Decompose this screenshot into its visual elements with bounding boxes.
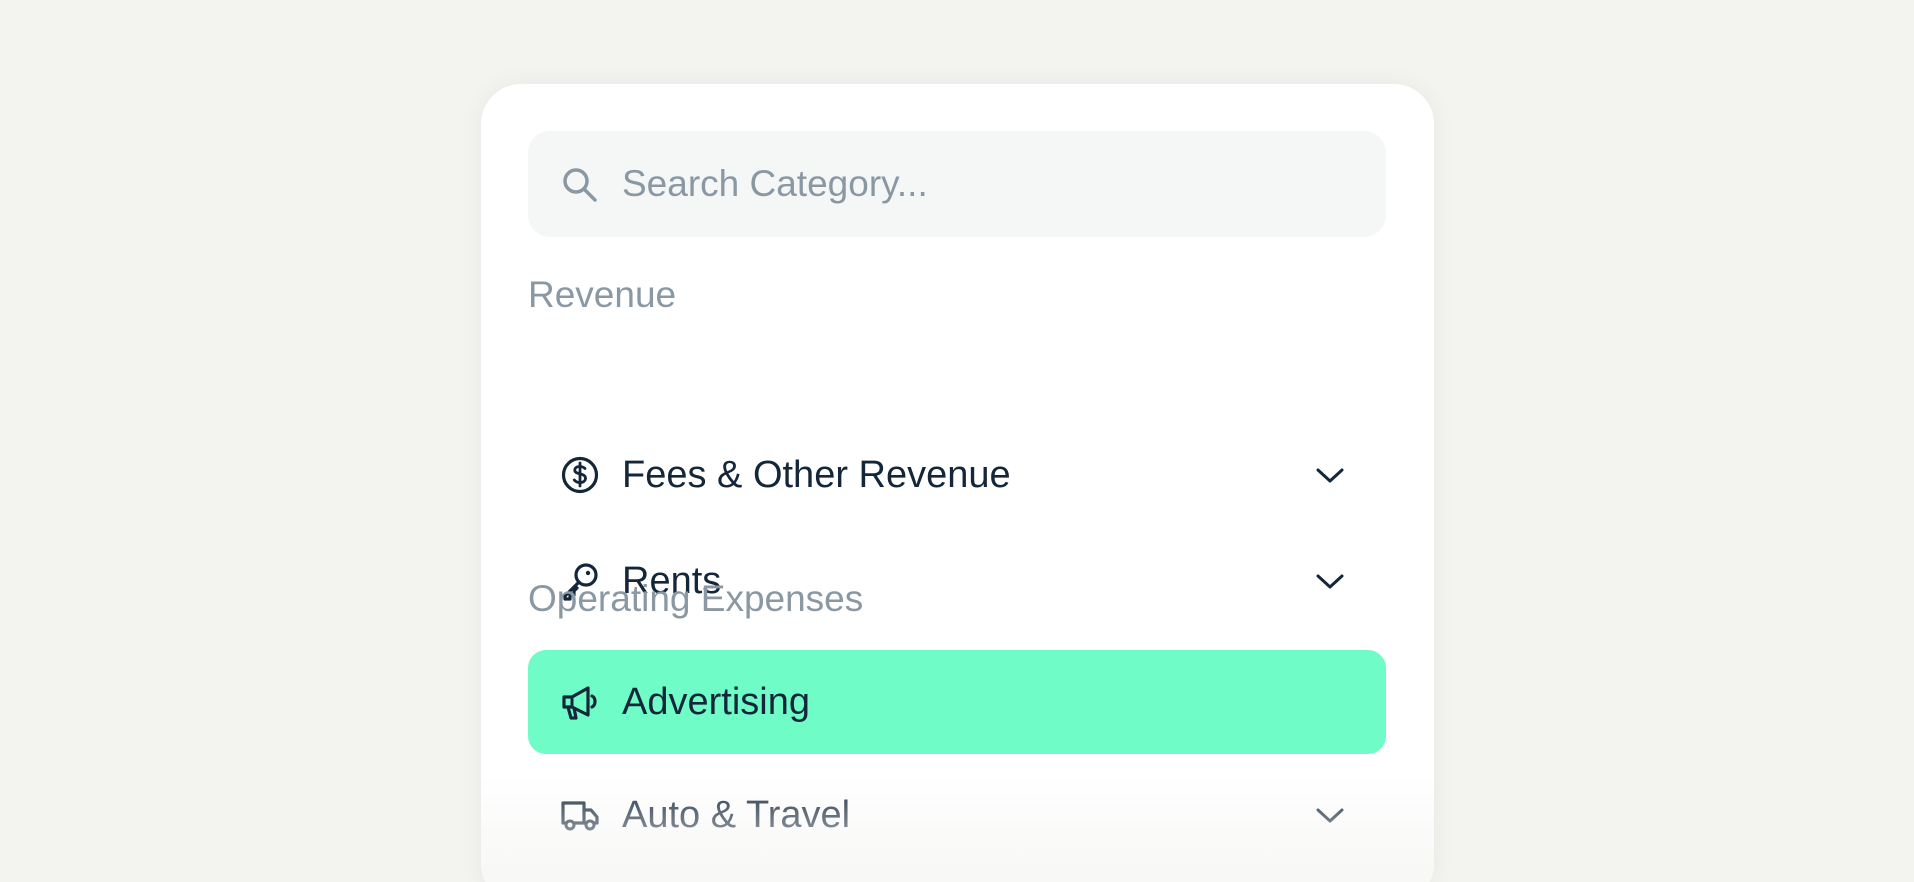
category-row-advertising[interactable]: Advertising <box>528 650 1386 754</box>
truck-icon <box>560 795 600 835</box>
search-input[interactable] <box>622 131 1342 237</box>
chevron-down-icon[interactable] <box>1316 463 1344 487</box>
category-row-auto-travel[interactable]: Auto & Travel <box>528 763 1386 867</box>
search-box[interactable] <box>528 131 1386 237</box>
search-icon <box>560 165 600 205</box>
chevron-down-icon[interactable] <box>1316 569 1344 593</box>
megaphone-icon <box>560 682 600 722</box>
category-label: Auto & Travel <box>622 794 851 836</box>
section-label-operating-expenses: Operating Expenses <box>528 578 864 619</box>
category-label: Advertising <box>622 681 810 723</box>
chevron-down-icon[interactable] <box>1316 803 1344 827</box>
category-label: Fees & Other Revenue <box>622 454 1011 496</box>
dollar-circle-icon <box>560 455 600 495</box>
category-row-fees-other-revenue[interactable]: Fees & Other Revenue <box>528 423 1386 527</box>
page-background: Revenue <box>0 0 1914 882</box>
category-picker-panel: Revenue <box>481 84 1434 882</box>
category-row-fees-other-revenue[interactable] <box>528 275 1386 379</box>
